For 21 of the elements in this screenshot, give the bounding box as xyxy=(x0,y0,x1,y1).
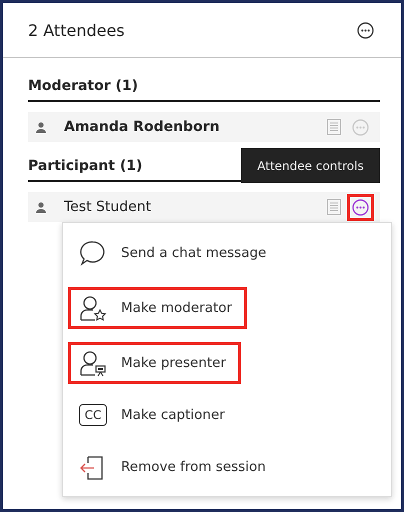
attendee-row[interactable]: Amanda Rodenborn xyxy=(28,112,380,142)
section-heading: Moderator (1) xyxy=(28,78,380,102)
more-icon xyxy=(352,118,369,136)
more-icon xyxy=(352,198,369,216)
tooltip: Attendee controls xyxy=(241,148,380,183)
more-icon xyxy=(357,22,374,38)
menu-item[interactable]: Make presenter xyxy=(71,344,238,380)
attendee-controls-button[interactable] xyxy=(347,194,374,220)
closed-captions-icon: CC xyxy=(79,404,107,426)
speech-bubble-icon xyxy=(79,238,107,266)
person-icon xyxy=(36,202,46,212)
person-star-icon xyxy=(79,294,107,322)
attendee-name: Amanda Rodenborn xyxy=(64,119,221,135)
attendee-name: Test Student xyxy=(64,199,152,215)
person-icon xyxy=(36,122,46,132)
person-easel-icon xyxy=(79,348,107,376)
attendee-row[interactable]: Test Student xyxy=(28,192,380,222)
menu-item[interactable]: Make moderator xyxy=(71,290,244,326)
list-icon xyxy=(327,199,341,215)
list-icon xyxy=(327,119,341,135)
panel-title: 2 Attendees xyxy=(28,20,125,40)
